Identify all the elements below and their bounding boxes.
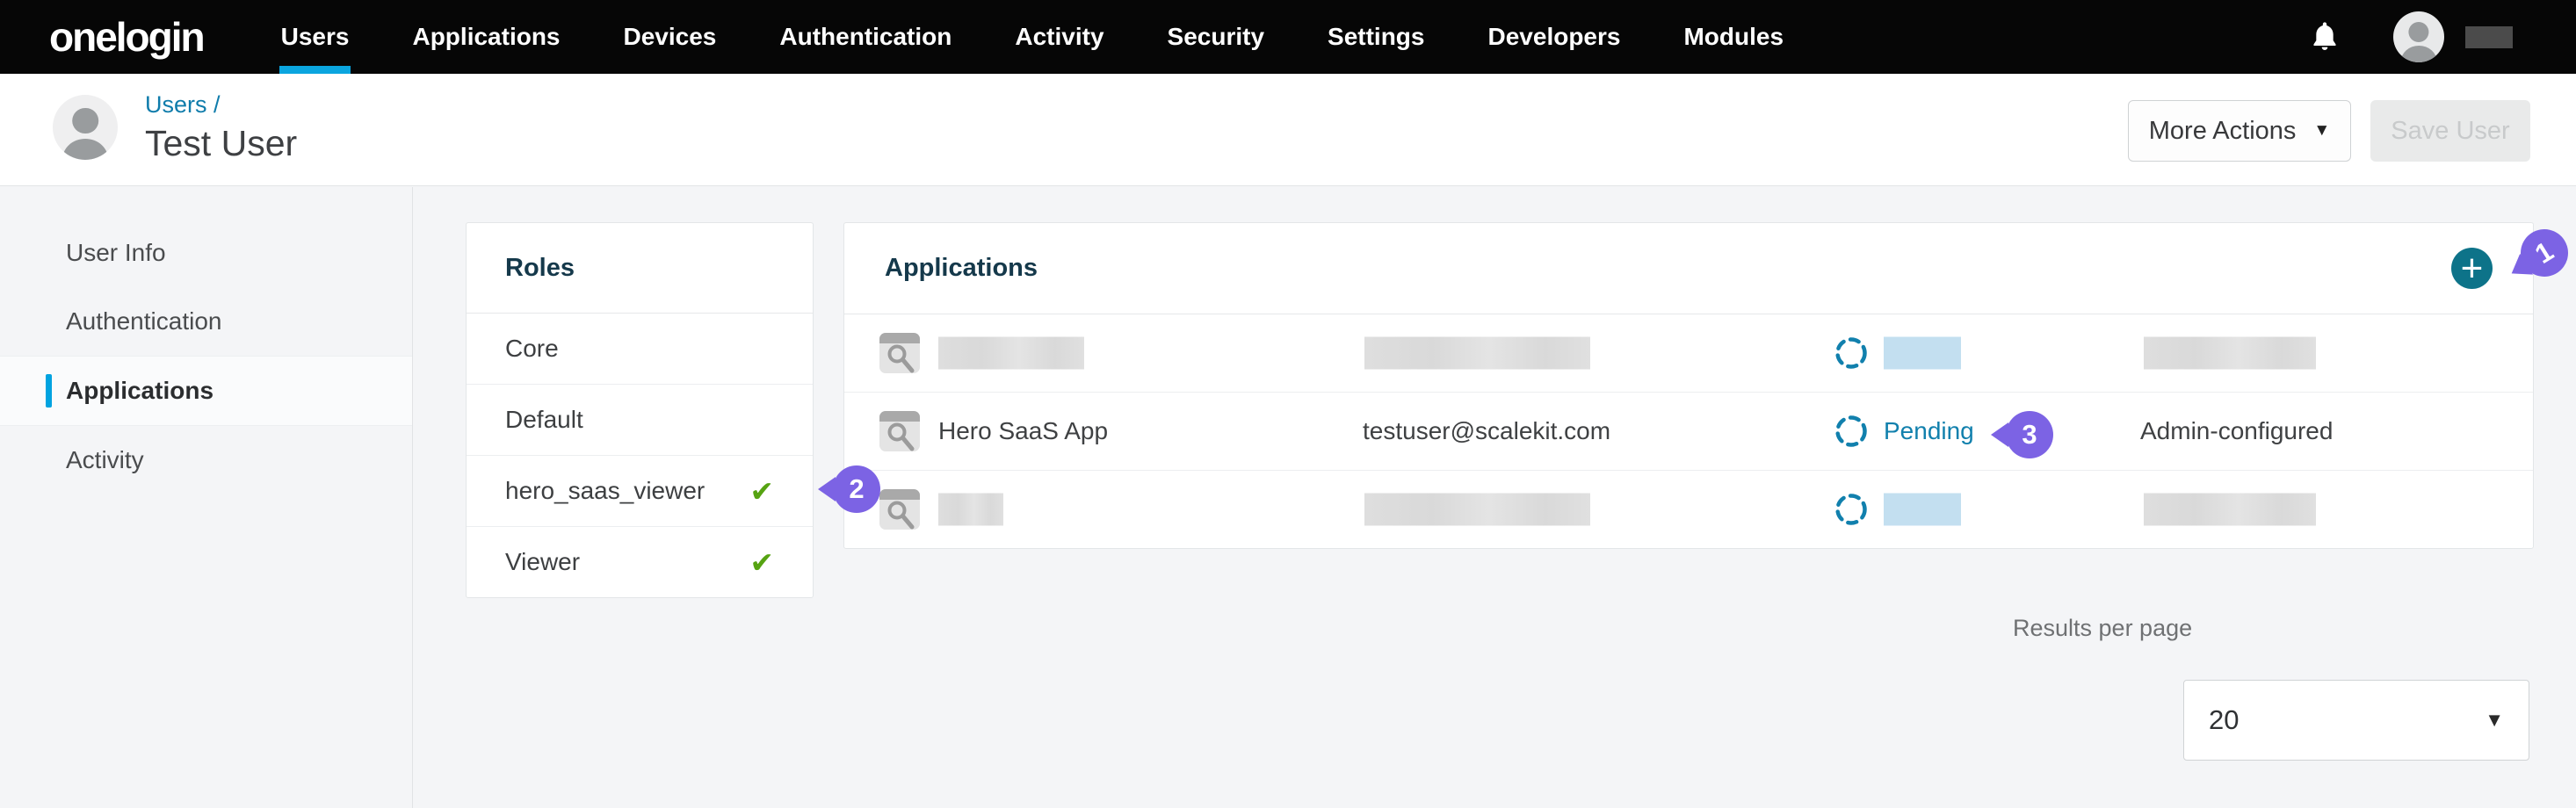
add-application-button[interactable]: + xyxy=(2451,248,2493,289)
avatar-head xyxy=(72,108,98,134)
notifications-bell-icon[interactable] xyxy=(2307,17,2342,57)
nav-item-security[interactable]: Security xyxy=(1136,0,1297,74)
nav-item-users[interactable]: Users xyxy=(250,0,381,74)
role-row-viewer[interactable]: Viewer ✔ xyxy=(467,527,813,597)
skeleton-bar-provisioning xyxy=(2144,337,2316,370)
sidebar-item-applications[interactable]: Applications xyxy=(0,356,412,426)
nav-item-modules[interactable]: Modules xyxy=(1652,0,1815,74)
skeleton-bar-login xyxy=(1364,494,1590,526)
nav-item-authentication[interactable]: Authentication xyxy=(748,0,983,74)
more-actions-button[interactable]: More Actions ▼ xyxy=(2128,100,2351,162)
role-name: Viewer xyxy=(505,548,580,576)
roles-panel: Roles Core Default hero_saas_viewer ✔ Vi… xyxy=(466,222,814,598)
app-icon xyxy=(879,411,920,451)
app-name: Hero SaaS App xyxy=(938,417,1108,445)
annotation-number: 1 xyxy=(2529,235,2559,271)
spinner-icon xyxy=(1834,335,1869,371)
app-icon xyxy=(879,333,920,373)
results-per-page-select[interactable]: 20 ▼ xyxy=(2183,680,2529,761)
application-row-loading[interactable] xyxy=(844,471,2533,548)
results-per-page-label: Results per page xyxy=(2013,615,2192,642)
skeleton-bar-status xyxy=(1884,337,1961,370)
avatar-head xyxy=(2408,22,2428,42)
breadcrumb-users-link[interactable]: Users / xyxy=(145,91,221,119)
top-nav: onelogin Users Applications Devices Auth… xyxy=(0,0,2576,74)
annotation-badge-2: 2 xyxy=(833,465,880,513)
avatar-torso xyxy=(62,139,108,160)
status-badge: Pending xyxy=(1884,417,1974,445)
sidebar-item-user-info[interactable]: User Info xyxy=(0,219,412,287)
skeleton-bar-login xyxy=(1364,337,1590,370)
check-icon: ✔ xyxy=(749,548,774,577)
onelogin-logo[interactable]: onelogin xyxy=(49,0,204,74)
role-row-core[interactable]: Core xyxy=(467,314,813,385)
annotation-number: 2 xyxy=(849,473,864,505)
nav-item-devices[interactable]: Devices xyxy=(592,0,749,74)
user-section-sidebar: User Info Authentication Applications Ac… xyxy=(0,187,413,808)
role-row-hero-saas-viewer[interactable]: hero_saas_viewer ✔ xyxy=(467,456,813,527)
sidebar-item-authentication[interactable]: Authentication xyxy=(0,287,412,356)
annotation-number: 3 xyxy=(2022,419,2037,451)
sidebar-item-activity[interactable]: Activity xyxy=(0,426,412,494)
caret-down-icon: ▼ xyxy=(2485,709,2504,732)
more-actions-label: More Actions xyxy=(2149,117,2297,146)
nav-item-settings[interactable]: Settings xyxy=(1296,0,1456,74)
nav-item-applications[interactable]: Applications xyxy=(380,0,591,74)
account-avatar[interactable] xyxy=(2393,11,2444,62)
avatar-torso xyxy=(2401,46,2437,62)
selected-page-size: 20 xyxy=(2209,704,2239,736)
skeleton-bar-name xyxy=(938,337,1084,370)
nav-right-cluster xyxy=(2307,0,2576,74)
applications-panel: Applications + xyxy=(843,222,2534,549)
annotation-badge-3: 3 xyxy=(2006,411,2053,458)
role-name: Default xyxy=(505,406,583,434)
onelogin-user-page: onelogin Users Applications Devices Auth… xyxy=(0,0,2576,808)
role-name: hero_saas_viewer xyxy=(505,477,705,505)
skeleton-bar-name xyxy=(938,494,1003,526)
role-name: Core xyxy=(505,335,559,363)
user-avatar xyxy=(53,95,118,160)
provisioning-state: Admin-configured xyxy=(2140,417,2333,445)
nav-item-developers[interactable]: Developers xyxy=(1457,0,1653,74)
nav-item-activity[interactable]: Activity xyxy=(983,0,1135,74)
app-icon xyxy=(879,489,920,530)
caret-down-icon: ▼ xyxy=(2313,121,2330,141)
application-row-loading[interactable] xyxy=(844,314,2533,393)
page-header: Users / Test User More Actions ▼ Save Us… xyxy=(0,74,2576,186)
spinner-icon xyxy=(1834,414,1869,449)
applications-panel-title: Applications xyxy=(885,254,1038,283)
applications-panel-header: Applications + xyxy=(844,223,2533,314)
skeleton-bar-status xyxy=(1884,494,1961,526)
application-row-hero-saas-app[interactable]: Hero SaaS App testuser@scalekit.com Pend… xyxy=(844,393,2533,471)
spinner-icon xyxy=(1834,492,1869,527)
app-login: testuser@scalekit.com xyxy=(1363,417,1610,445)
page-title: Test User xyxy=(145,123,297,164)
role-row-default[interactable]: Default xyxy=(467,385,813,456)
roles-panel-title: Roles xyxy=(467,223,813,314)
account-name-placeholder[interactable] xyxy=(2465,26,2513,48)
save-user-button[interactable]: Save User xyxy=(2370,100,2530,162)
check-icon: ✔ xyxy=(749,477,774,506)
skeleton-bar-provisioning xyxy=(2144,494,2316,526)
save-user-label: Save User xyxy=(2391,117,2509,146)
primary-nav: Users Applications Devices Authenticatio… xyxy=(250,0,1815,74)
